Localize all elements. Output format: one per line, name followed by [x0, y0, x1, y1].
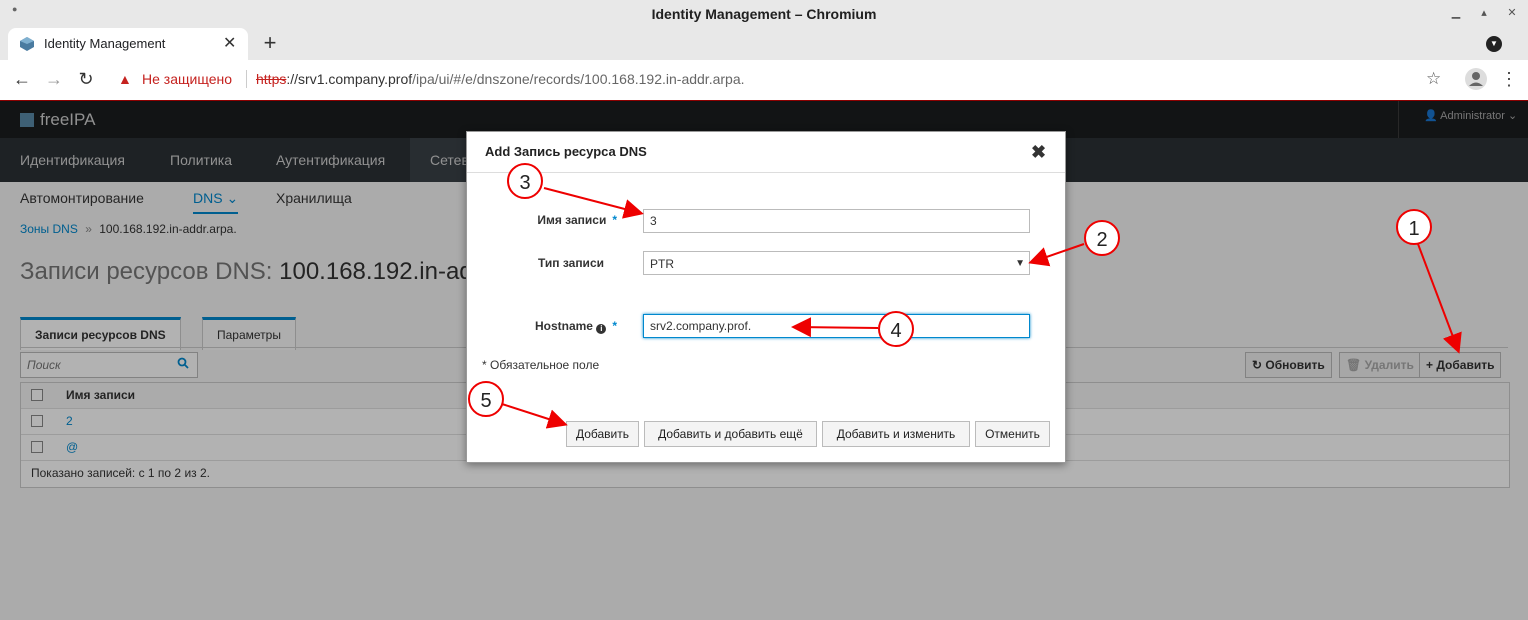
arrow-2 [1028, 243, 1085, 267]
annotation-arrows [501, 187, 1462, 429]
arrow-5 [501, 403, 568, 429]
annotation-callout-5: 5 [468, 381, 504, 417]
annotation-callout-3: 3 [507, 163, 543, 199]
annotation-callout-4: 4 [878, 311, 914, 347]
annotation-callout-2: 2 [1084, 220, 1120, 256]
arrow-1 [1417, 243, 1462, 354]
arrow-3 [543, 187, 644, 219]
annotation-callout-1: 1 [1396, 209, 1432, 245]
arrow-4 [791, 317, 879, 338]
